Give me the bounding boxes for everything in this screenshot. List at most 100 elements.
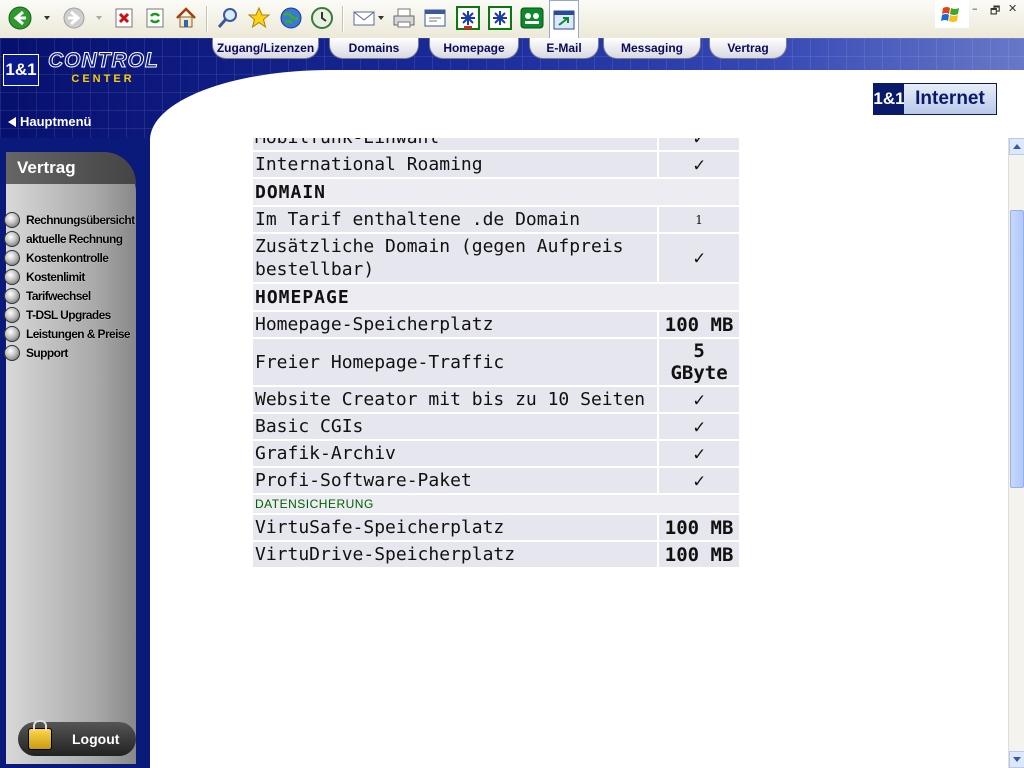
check-icon: ✓ bbox=[659, 152, 739, 177]
brand-logo: 1&1 Internet bbox=[873, 83, 997, 115]
forward-icon[interactable] bbox=[62, 6, 86, 30]
search-icon[interactable] bbox=[216, 6, 240, 30]
feature-label: VirtuDrive-Speicherplatz bbox=[253, 542, 658, 567]
features-table: T-DSL-Zugang mit bis zu 1536 kbit/s✓Mehr… bbox=[251, 138, 741, 569]
edit-icon[interactable] bbox=[423, 6, 447, 30]
brand-logo-text: Internet bbox=[904, 84, 996, 114]
bullet-icon bbox=[4, 306, 20, 323]
section-header-row: HOMEPAGE bbox=[253, 284, 739, 310]
tab-domains[interactable]: Domains bbox=[329, 38, 419, 59]
print-icon[interactable] bbox=[392, 6, 416, 30]
logo-center-text: CENTER bbox=[71, 73, 135, 85]
sidebar-item-label: Tarifwechsel bbox=[26, 288, 91, 303]
feature-label: Mobilfunk-Einwahl bbox=[253, 138, 658, 150]
stop-icon[interactable] bbox=[112, 6, 136, 30]
mail-dropdown-icon[interactable] bbox=[378, 16, 384, 20]
control-center-logo[interactable]: CONTROL CENTER bbox=[48, 49, 159, 88]
table-row: International Roaming ✓ bbox=[253, 152, 739, 177]
sidebar-item-t-dsl-upgrades[interactable]: T-DSL Upgrades bbox=[0, 305, 140, 324]
table-row: Grafik-Archiv ✓ bbox=[253, 441, 739, 466]
scroll-thumb[interactable] bbox=[1010, 210, 1024, 488]
messenger-icon[interactable] bbox=[456, 6, 480, 30]
media-icon[interactable] bbox=[279, 6, 303, 30]
logo-control-text: CONTROL bbox=[48, 49, 159, 72]
check-icon: ✓ bbox=[659, 138, 739, 150]
subsection-header: DATENSICHERUNG bbox=[253, 495, 739, 513]
content-area: T-DSL-Zugang mit bis zu 1536 kbit/s✓Mehr… bbox=[150, 138, 1008, 768]
check-icon: ✓ bbox=[659, 468, 739, 493]
check-icon: ✓ bbox=[659, 441, 739, 466]
feature-label: Profi-Software-Paket bbox=[253, 468, 658, 493]
close-button[interactable]: ✕ bbox=[1008, 2, 1017, 15]
active-page-icon[interactable] bbox=[549, 0, 579, 38]
feature-value: 100 MB bbox=[659, 542, 739, 567]
bullet-icon bbox=[4, 344, 20, 361]
feature-label: Website Creator mit bis zu 10 Seiten bbox=[253, 387, 658, 412]
bullet-icon bbox=[4, 287, 20, 304]
feature-label: Grafik-Archiv bbox=[253, 441, 658, 466]
sidebar-item-kostenlimit[interactable]: Kostenlimit bbox=[0, 267, 140, 286]
table-row: Homepage-Speicherplatz 100 MB bbox=[253, 312, 739, 337]
bullet-icon bbox=[4, 249, 20, 266]
browser-toolbar: – 🗗 ✕ bbox=[0, 0, 1024, 39]
table-row: VirtuSafe-Speicherplatz 100 MB bbox=[253, 515, 739, 540]
tab-messaging[interactable]: Messaging bbox=[603, 38, 701, 59]
feature-value: 100 MB bbox=[659, 312, 739, 337]
feature-value: 5 GByte bbox=[659, 339, 739, 385]
scroll-up-button[interactable] bbox=[1009, 138, 1024, 155]
section-header: HOMEPAGE bbox=[253, 284, 739, 310]
sidebar-item-support[interactable]: Support bbox=[0, 343, 140, 362]
tab-vertrag[interactable]: Vertrag bbox=[709, 38, 787, 59]
bullet-icon bbox=[4, 211, 20, 228]
back-to-main-menu-link[interactable]: Hauptmenü bbox=[8, 114, 92, 129]
logout-label: Logout bbox=[72, 731, 120, 747]
bullet-icon bbox=[4, 325, 20, 342]
feature-value: 100 MB bbox=[659, 515, 739, 540]
extra-icon[interactable] bbox=[520, 6, 544, 30]
restore-button[interactable]: 🗗 bbox=[990, 2, 1000, 21]
scroll-down-button[interactable] bbox=[1009, 751, 1024, 768]
table-row: Website Creator mit bis zu 10 Seiten ✓ bbox=[253, 387, 739, 412]
sidebar-item-leistungen-preise[interactable]: Leistungen & Preise bbox=[0, 324, 140, 343]
sidebar-menu: Rechnungsübersicht aktuelle Rechnung Kos… bbox=[0, 210, 140, 362]
logout-button[interactable]: Logout bbox=[18, 720, 136, 756]
favorites-icon[interactable] bbox=[247, 6, 271, 30]
lock-icon bbox=[28, 720, 52, 750]
home-icon[interactable] bbox=[174, 6, 198, 30]
sidebar-item-kostenkontrolle[interactable]: Kostenkontrolle bbox=[0, 248, 140, 267]
back-arrow-icon bbox=[8, 116, 16, 127]
chevron-up-icon bbox=[1013, 144, 1021, 149]
tab-e-mail[interactable]: E-Mail bbox=[529, 38, 599, 59]
sidebar-title: Vertrag bbox=[6, 152, 136, 184]
brand-logo-mark: 1&1 bbox=[873, 84, 905, 114]
sidebar-item-aktuelle-rechnung[interactable]: aktuelle Rechnung bbox=[0, 229, 140, 248]
table-row: VirtuDrive-Speicherplatz 100 MB bbox=[253, 542, 739, 567]
table-row: Mobilfunk-Einwahl✓ bbox=[253, 138, 739, 150]
feature-label: VirtuSafe-Speicherplatz bbox=[253, 515, 658, 540]
tab-homepage[interactable]: Homepage bbox=[429, 38, 519, 59]
mail-icon[interactable] bbox=[352, 6, 376, 30]
research-icon[interactable] bbox=[488, 6, 512, 30]
table-row: Basic CGIs ✓ bbox=[253, 414, 739, 439]
sidebar-item-rechnungsuebersicht[interactable]: Rechnungsübersicht bbox=[0, 210, 140, 229]
feature-label: Freier Homepage-Traffic bbox=[253, 339, 658, 385]
vertical-scrollbar[interactable] bbox=[1008, 138, 1024, 768]
minimize-button[interactable]: – bbox=[972, 2, 978, 15]
sidebar-item-label: T-DSL Upgrades bbox=[26, 307, 111, 322]
feature-label: Homepage-Speicherplatz bbox=[253, 312, 658, 337]
table-row: Zusätzliche Domain (gegen Aufpreis beste… bbox=[253, 234, 739, 282]
forward-dropdown-icon[interactable] bbox=[96, 16, 102, 20]
sidebar-item-label: Support bbox=[26, 345, 68, 360]
table-row: Im Tarif enthaltene .de Domain 1 bbox=[253, 207, 739, 232]
feature-label: Zusätzliche Domain (gegen Aufpreis beste… bbox=[253, 234, 658, 282]
tab-zugang-lizenzen[interactable]: Zugang/Lizenzen bbox=[212, 38, 319, 59]
back-dropdown-icon[interactable] bbox=[44, 16, 50, 20]
history-icon[interactable] bbox=[310, 6, 334, 30]
sidebar-item-tarifwechsel[interactable]: Tarifwechsel bbox=[0, 286, 140, 305]
feature-label: Basic CGIs bbox=[253, 414, 658, 439]
logo-1und1[interactable]: 1&1 bbox=[3, 54, 39, 86]
back-icon[interactable] bbox=[8, 6, 32, 30]
main-nav: Zugang/Lizenzen Domains Homepage E-Mail … bbox=[212, 38, 787, 62]
refresh-icon[interactable] bbox=[143, 6, 167, 30]
table-row: Freier Homepage-Traffic 5 GByte bbox=[253, 339, 739, 385]
